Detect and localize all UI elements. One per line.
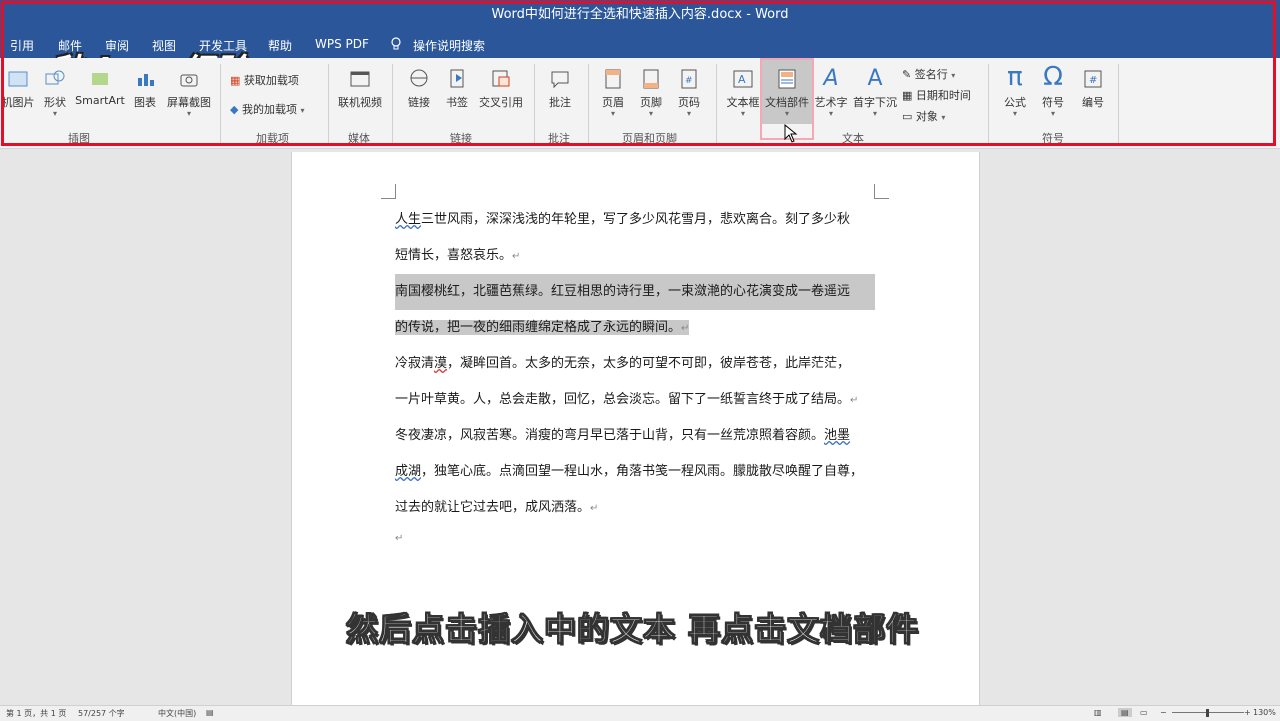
title-bar: Word中如何进行全选和快速插入内容.docx - Word xyxy=(0,0,1280,30)
tell-me-search[interactable]: 操作说明搜索 xyxy=(413,37,485,54)
store-icon: ▦ xyxy=(230,74,241,87)
empty-paragraph[interactable]: ↵ xyxy=(395,526,875,551)
online-video-button[interactable]: 联机视频 xyxy=(336,68,384,110)
svg-text:#: # xyxy=(1089,75,1097,86)
signature-line-button[interactable]: ✎ 签名行 ▾ xyxy=(902,66,955,82)
page-count[interactable]: 第 1 页，共 1 页 xyxy=(6,708,66,719)
symbol-button[interactable]: Ω 符号 ▾ xyxy=(1036,64,1070,118)
group-links-label: 链接 xyxy=(450,132,472,145)
ribbon: 机图片 形状 ▾ SmartArt 图表 屏幕截图 ▾ 插图 ▦ 获取加载项 ◆… xyxy=(0,58,1280,149)
ribbon-divider xyxy=(716,64,717,144)
paragraph-1[interactable]: 人生三世风雨，深深浅浅的年轮里，写了多少风花雪月，悲欢离合。刻了多少秋 短情长，… xyxy=(395,202,875,275)
group-media-label: 媒体 xyxy=(348,132,370,145)
mouse-cursor-icon xyxy=(784,124,798,143)
footer-button[interactable]: 页脚 ▾ xyxy=(636,68,666,118)
cross-reference-button[interactable]: 交叉引用 xyxy=(476,68,526,110)
ribbon-divider xyxy=(392,64,393,144)
group-addins-label: 加载项 xyxy=(256,132,289,145)
comment-icon xyxy=(551,71,569,89)
object-button[interactable]: ▭ 对象 ▾ xyxy=(902,108,945,124)
numbering-button[interactable]: # 编号 xyxy=(1076,68,1110,110)
tab-help[interactable]: 帮助 xyxy=(268,37,292,54)
bookmark-icon xyxy=(450,69,464,88)
smartart-button[interactable]: SmartArt xyxy=(74,68,126,107)
print-layout-icon[interactable]: ▤ xyxy=(1118,708,1132,717)
screenshot-button[interactable]: 屏幕截图 ▾ xyxy=(164,68,214,118)
comment-button[interactable]: 批注 xyxy=(544,68,576,110)
wordart-button[interactable]: A 艺术字 ▾ xyxy=(814,68,848,118)
calendar-icon: ▦ xyxy=(902,89,913,102)
video-icon xyxy=(350,71,370,87)
header-icon xyxy=(605,69,621,89)
macro-icon[interactable]: ▤ xyxy=(206,708,214,717)
date-time-button[interactable]: ▦ 日期和时间 xyxy=(902,87,971,103)
text-box-button[interactable]: A 文本框 ▾ xyxy=(726,68,760,118)
language[interactable]: 中文(中国) xyxy=(158,708,196,719)
group-illustrations-label: 插图 xyxy=(68,132,90,145)
zoom-in-button[interactable]: + xyxy=(1244,708,1251,717)
ribbon-divider xyxy=(220,64,221,144)
zoom-out-button[interactable]: − xyxy=(1160,708,1167,717)
header-button[interactable]: 页眉 ▾ xyxy=(598,68,628,118)
shapes-button[interactable]: 形状 ▾ xyxy=(40,68,70,118)
ribbon-divider xyxy=(534,64,535,144)
cross-reference-icon xyxy=(492,70,510,87)
ribbon-divider xyxy=(328,64,329,144)
zoom-slider-thumb[interactable] xyxy=(1206,709,1209,717)
chart-button[interactable]: 图表 xyxy=(130,68,160,110)
footer-icon xyxy=(643,69,659,89)
link-button[interactable]: 链接 xyxy=(402,68,436,110)
my-addins-button[interactable]: ◆ 我的加载项 ▾ xyxy=(230,101,304,117)
omega-icon: Ω xyxy=(1043,62,1063,92)
ribbon-divider xyxy=(1118,64,1119,144)
addin-icon: ◆ xyxy=(230,103,239,116)
svg-text:A: A xyxy=(738,73,746,86)
globe-link-icon xyxy=(410,69,428,87)
pen-icon: ✎ xyxy=(902,68,912,81)
paragraph-3[interactable]: 冷寂清漠，凝眸回首。太多的无奈，太多的可望不可即，彼岸苍苍，此岸茫茫， 一片叶草… xyxy=(395,346,875,419)
object-icon: ▭ xyxy=(902,110,913,123)
crop-mark xyxy=(874,184,889,199)
paragraph-4[interactable]: 冬夜凄凉，风寂苦寒。消瘦的弯月早已落于山背，只有一丝荒凉照着容颜。池墨 成湖，独… xyxy=(395,418,875,527)
group-header-footer-label: 页眉和页脚 xyxy=(622,132,677,145)
drop-cap-icon: A xyxy=(867,66,883,91)
word-count[interactable]: 57/257 个字 xyxy=(78,708,125,719)
window-title: Word中如何进行全选和快速插入内容.docx - Word xyxy=(491,7,789,22)
video-subtitle: 然后点击插入中的文本 再点击文档部件 xyxy=(345,610,920,649)
lightbulb-icon xyxy=(390,37,402,54)
group-text-label: 文本 xyxy=(842,132,864,145)
group-comments-label: 批注 xyxy=(548,132,570,145)
zoom-level[interactable]: 130% xyxy=(1253,708,1276,717)
page-number-button[interactable]: # 页码 ▾ xyxy=(674,68,704,118)
get-addins-button[interactable]: ▦ 获取加载项 xyxy=(230,72,299,88)
pictures-button[interactable]: 机图片 xyxy=(0,68,36,110)
tab-wps-pdf[interactable]: WPS PDF xyxy=(315,37,369,51)
text-box-icon: A xyxy=(733,70,753,88)
number-icon: # xyxy=(1084,70,1102,88)
read-mode-icon[interactable]: ▥ xyxy=(1094,708,1102,717)
chart-icon xyxy=(138,74,154,86)
crop-mark xyxy=(381,184,396,199)
camera-icon xyxy=(180,74,198,87)
pi-icon: π xyxy=(1007,62,1023,92)
drop-cap-button[interactable]: A 首字下沉 ▾ xyxy=(852,68,898,118)
paragraph-2-selected[interactable]: 南国樱桃红，北疆芭蕉绿。红豆相思的诗行里，一束潋滟的心花演变成一卷遥远 的传说，… xyxy=(395,274,875,347)
status-bar: 第 1 页，共 1 页 57/257 个字 中文(中国) ▤ ▥ ▤ ▭ − +… xyxy=(0,705,1280,721)
bookmark-button[interactable]: 书签 xyxy=(442,68,472,110)
page-number-icon: # xyxy=(681,69,697,89)
ribbon-divider xyxy=(588,64,589,144)
ribbon-divider xyxy=(988,64,989,144)
shapes-icon xyxy=(45,70,65,85)
smartart-icon xyxy=(92,73,108,85)
tab-references[interactable]: 引用 xyxy=(10,37,34,54)
svg-text:#: # xyxy=(685,76,693,86)
wordart-icon: A xyxy=(823,66,839,91)
equation-button[interactable]: π 公式 ▾ xyxy=(998,64,1032,118)
web-layout-icon[interactable]: ▭ xyxy=(1140,708,1148,717)
group-symbols-label: 符号 xyxy=(1042,132,1064,145)
